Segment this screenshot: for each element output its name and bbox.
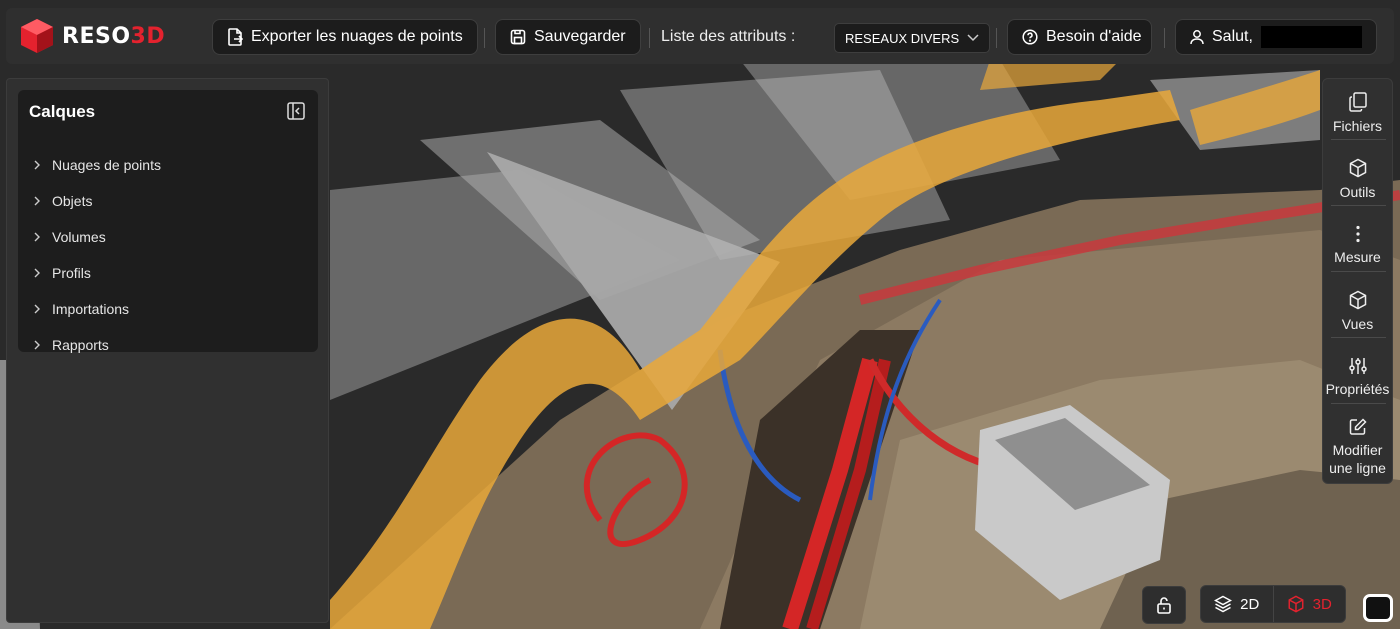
export-point-clouds-button[interactable]: Exporter les nuages de points <box>212 19 478 55</box>
logo: RESO3D <box>20 18 165 54</box>
files-tool-button[interactable]: Fichiers <box>1323 80 1392 146</box>
tree-item-imports[interactable]: Importations <box>18 291 318 327</box>
tree-item-label: Profils <box>52 265 91 281</box>
measure-tool-button[interactable]: Mesure <box>1323 212 1392 278</box>
sidebar-collapse-icon <box>287 102 305 120</box>
divider <box>649 28 650 48</box>
divider <box>1331 139 1386 140</box>
help-button[interactable]: Besoin d'aide <box>1007 19 1152 55</box>
tree-item-label: Importations <box>52 301 130 317</box>
user-icon <box>1190 30 1204 45</box>
right-toolbar: Fichiers Outils Mesure Vues Propriétés M… <box>1322 78 1393 484</box>
file-export-icon <box>228 28 243 46</box>
edit-icon <box>1349 417 1367 435</box>
mode-2d-label: 2D <box>1240 595 1260 613</box>
divider <box>1164 28 1165 48</box>
chevron-right-icon <box>34 268 40 278</box>
tree-item-volumes[interactable]: Volumes <box>18 219 318 255</box>
layers-panel: Calques Nuages de points Objets Volumes … <box>18 90 318 353</box>
help-circle-icon <box>1022 29 1038 45</box>
divider <box>1331 205 1386 206</box>
attributes-label: Liste des attributs : <box>661 28 796 45</box>
views-tool-button[interactable]: Vues <box>1323 278 1392 344</box>
attributes-selected-value: RESEAUX DIVERS <box>845 30 960 46</box>
edit-line-label: Modifier une ligne <box>1329 441 1386 476</box>
chevron-right-icon <box>34 232 40 242</box>
sliders-icon <box>1348 357 1367 374</box>
chevron-right-icon <box>34 160 40 170</box>
layers-title: Calques <box>29 102 96 121</box>
chevron-down-icon <box>967 34 979 42</box>
lock-view-button[interactable] <box>1142 586 1186 624</box>
tree-item-label: Volumes <box>52 229 106 245</box>
files-label: Fichiers <box>1332 117 1382 134</box>
help-label: Besoin d'aide <box>1046 28 1142 45</box>
chevron-right-icon <box>34 196 40 206</box>
layers-tree: Nuages de points Objets Volumes Profils … <box>18 147 318 363</box>
view-mode-toggle: 2D 3D <box>1200 585 1346 623</box>
tree-item-objects[interactable]: Objets <box>18 183 318 219</box>
chevron-right-icon <box>34 340 40 350</box>
mode-3d-button[interactable]: 3D <box>1274 586 1346 622</box>
fullscreen-button[interactable] <box>1363 594 1393 622</box>
redacted-user-name <box>1260 26 1362 48</box>
collapse-panel-button[interactable] <box>286 101 306 121</box>
tree-item-label: Rapports <box>52 337 109 353</box>
cube-icon <box>1349 158 1366 177</box>
logo-text: RESO3D <box>62 23 166 49</box>
tree-item-profiles[interactable]: Profils <box>18 255 318 291</box>
layers-icon <box>1214 595 1233 613</box>
measure-label: Mesure <box>1334 248 1381 265</box>
divider <box>1331 337 1386 338</box>
greeting-label: Salut, <box>1212 28 1253 45</box>
tree-item-point-clouds[interactable]: Nuages de points <box>18 147 318 183</box>
tree-item-label: Objets <box>52 193 93 209</box>
user-menu-button[interactable]: Salut, <box>1175 19 1377 55</box>
save-icon <box>510 29 526 45</box>
export-label: Exporter les nuages de points <box>251 28 463 45</box>
attributes-select[interactable]: RESEAUX DIVERS <box>834 23 990 53</box>
save-label: Sauvegarder <box>534 28 626 45</box>
mode-3d-label: 3D <box>1312 595 1332 613</box>
divider <box>1331 403 1386 404</box>
tree-item-reports[interactable]: Rapports <box>18 327 318 363</box>
edit-line-tool-button[interactable]: Modifier une ligne <box>1323 410 1392 484</box>
tools-label: Outils <box>1339 183 1376 200</box>
left-panel: Calques Nuages de points Objets Volumes … <box>6 78 329 623</box>
tree-item-label: Nuages de points <box>52 157 161 173</box>
views-label: Vues <box>1341 315 1374 332</box>
files-icon <box>1348 91 1367 112</box>
divider <box>484 28 485 48</box>
cube-icon <box>1288 595 1304 613</box>
logo-cube-icon <box>21 19 53 53</box>
divider <box>1331 271 1386 272</box>
cube-icon <box>1349 290 1366 309</box>
properties-tool-button[interactable]: Propriétés <box>1323 344 1392 410</box>
tools-tool-button[interactable]: Outils <box>1323 146 1392 212</box>
top-bar: RESO3D Exporter les nuages de points Sau… <box>6 8 1394 64</box>
save-button[interactable]: Sauvegarder <box>495 19 641 55</box>
mode-2d-button[interactable]: 2D <box>1201 586 1273 622</box>
unlock-icon <box>1157 597 1171 614</box>
chevron-right-icon <box>34 304 40 314</box>
properties-label: Propriétés <box>1325 380 1390 397</box>
divider <box>996 28 997 48</box>
dots-vertical-icon <box>1355 225 1360 242</box>
